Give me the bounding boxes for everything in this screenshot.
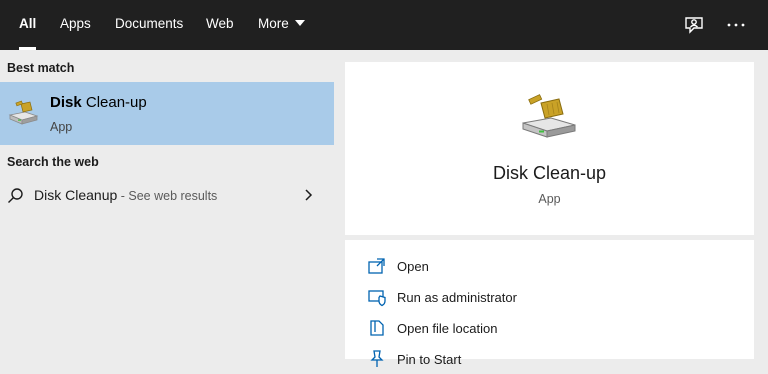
disk-cleanup-large-icon [519,93,579,141]
tab-apps[interactable]: Apps [60,0,91,50]
action-run-as-administrator[interactable]: Run as administrator [367,283,727,311]
best-match-heading: Best match [7,61,75,75]
app-actions-list: Open Run as administrator Open file loca… [345,240,754,367]
tab-web[interactable]: Web [206,0,234,50]
tab-more[interactable]: More [258,0,305,50]
action-run-as-administrator-label: Run as administrator [397,290,517,305]
disk-cleanup-icon [7,96,39,128]
tab-apps-label: Apps [60,16,91,31]
chevron-down-icon [294,20,305,26]
tab-web-label: Web [206,16,234,31]
results-panel: Best match Disk Clean-up App Search the … [0,50,334,359]
tab-documents[interactable]: Documents [115,0,183,50]
search-icon [7,187,24,204]
tab-all[interactable]: All [19,0,37,50]
action-open-file-location[interactable]: Open file location [367,314,727,342]
action-pin-to-start[interactable]: Pin to Start [367,345,727,373]
tab-more-label: More [258,16,289,31]
web-result[interactable]: Disk Cleanup - See web results [0,178,334,212]
chevron-right-icon[interactable] [302,188,316,202]
action-open[interactable]: Open [367,252,727,280]
app-detail-card: Disk Clean-up App [345,62,754,235]
pin-icon [367,349,387,369]
app-type: App [538,192,561,206]
tab-documents-label: Documents [115,16,184,31]
file-location-icon [367,318,387,338]
web-result-text: Disk Cleanup - See web results [34,187,218,203]
open-icon [367,256,387,276]
more-options-icon[interactable] [724,13,748,37]
app-title: Disk Clean-up [492,163,607,183]
tab-all-label: All [19,16,37,31]
shield-icon [367,287,387,307]
search-tab-bar: All Apps Documents Web More [0,0,768,50]
best-match-name: Disk Clean-up [50,94,147,111]
feedback-icon[interactable] [682,13,706,37]
action-open-file-location-label: Open file location [397,321,498,336]
action-pin-to-start-label: Pin to Start [397,352,462,367]
search-web-heading: Search the web [7,155,99,169]
best-match-type: App [50,120,73,134]
action-open-label: Open [397,259,429,274]
best-match-result[interactable]: Disk Clean-up App [0,82,334,145]
